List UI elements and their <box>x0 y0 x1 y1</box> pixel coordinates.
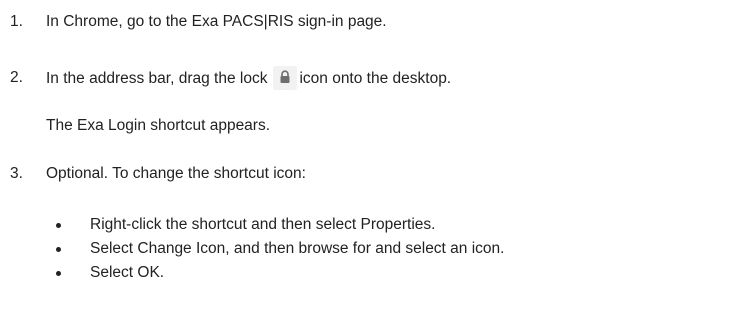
step-number: 2. <box>10 69 23 86</box>
step-text-after-icon: icon onto the desktop. <box>299 70 452 87</box>
step-1: 1. In Chrome, go to the Exa PACS|RIS sig… <box>0 10 754 34</box>
list-item-text: Select Change Icon, and then browse for … <box>90 240 505 257</box>
step-text: In Chrome, go to the Exa PACS|RIS sign-i… <box>46 13 387 30</box>
instruction-steps: 1. In Chrome, go to the Exa PACS|RIS sig… <box>0 0 754 322</box>
step-text: Optional. To change the shortcut icon: <box>46 165 306 182</box>
step-text: In the address bar, drag the lock icon on… <box>46 66 451 91</box>
list-item-text: Select OK. <box>90 264 165 281</box>
step-3: 3. Optional. To change the shortcut icon… <box>0 162 754 186</box>
list-item-text: Right-click the shortcut and then select… <box>90 216 436 233</box>
step-text-before-icon: In the address bar, drag the lock <box>46 70 268 87</box>
list-item: Right-click the shortcut and then select… <box>0 214 754 236</box>
step-number: 3. <box>10 165 23 182</box>
step-2-note: The Exa Login shortcut appears. <box>46 117 271 134</box>
lock-icon <box>273 66 298 90</box>
step-number: 1. <box>10 13 23 30</box>
list-item: Select OK. <box>0 262 754 284</box>
step-2: 2. In the address bar, drag the lock icon… <box>0 66 754 90</box>
list-item: Select Change Icon, and then browse for … <box>0 238 754 260</box>
